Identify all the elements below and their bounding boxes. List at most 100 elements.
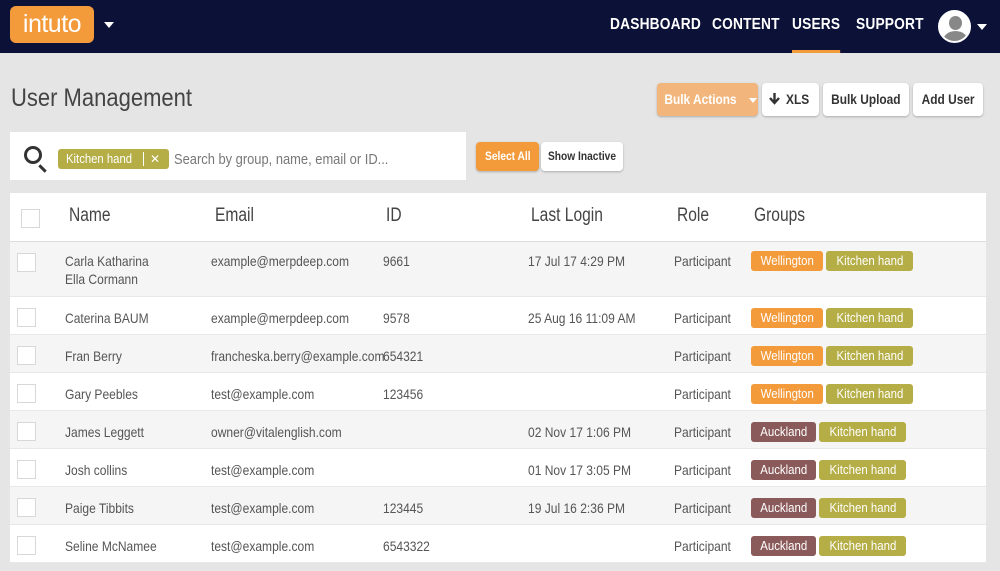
nav-item-support[interactable]: SUPPORT: [856, 0, 924, 53]
row-checkbox[interactable]: [17, 384, 36, 403]
show-inactive-label: Show Inactive: [547, 149, 617, 163]
group-tag-label: Auckland: [759, 424, 808, 439]
row-checkbox[interactable]: [17, 498, 36, 517]
user-name[interactable]: Paige Tibbits: [65, 499, 134, 517]
logo-chevron-down-icon[interactable]: [104, 22, 114, 28]
bulk-actions-caret-icon: [748, 97, 757, 103]
group-tag-kitchen-hand: Kitchen hand: [826, 308, 913, 328]
column-header-name[interactable]: Name: [69, 205, 111, 227]
user-name[interactable]: Seline McNamee: [65, 537, 157, 555]
intuto-logo[interactable]: intuto: [10, 6, 94, 43]
row-checkbox[interactable]: [17, 422, 36, 441]
group-tag-kitchen-hand: Kitchen hand: [819, 498, 906, 518]
avatar-head: [949, 16, 962, 30]
bulk-actions-label: Bulk Actions: [664, 91, 737, 107]
row-checkbox[interactable]: [17, 308, 36, 327]
row-checkbox[interactable]: [17, 253, 36, 272]
table-row[interactable]: Fran Berry francheska.berry@example.com …: [10, 335, 986, 373]
user-id: 9578: [383, 310, 410, 326]
table-row[interactable]: Gary Peebles test@example.com 123456 Par…: [10, 373, 986, 411]
user-email: francheska.berry@example.com: [211, 348, 385, 364]
row-checkbox[interactable]: [17, 346, 36, 365]
user-email: test@example.com: [211, 500, 315, 516]
group-tag-auckland: Auckland: [751, 422, 816, 442]
group-tag-auckland: Auckland: [751, 460, 816, 480]
group-tag-auckland: Auckland: [751, 498, 816, 518]
top-nav: intuto DASHBOARD CONTENT USERS SUPPORT: [0, 0, 1000, 53]
group-tag-kitchen-hand: Kitchen hand: [819, 536, 906, 556]
table-row[interactable]: James Leggett owner@vitalenglish.com 02 …: [10, 411, 986, 449]
row-checkbox[interactable]: [17, 460, 36, 479]
table-row[interactable]: Caterina BAUM example@merpdeep.com 9578 …: [10, 297, 986, 335]
table-row[interactable]: Paige Tibbits test@example.com 123445 19…: [10, 487, 986, 525]
filter-chip-kitchen-hand: Kitchen hand ✕: [58, 149, 169, 169]
user-email: example@merpdeep.com: [211, 310, 350, 326]
select-all-button[interactable]: Select All: [476, 142, 539, 171]
add-user-button[interactable]: Add User: [913, 83, 983, 116]
users-table: Name Email ID Last Login Role Groups Car…: [10, 193, 986, 563]
user-last-login: 19 Jul 16 2:36 PM: [528, 500, 626, 516]
remove-filter-close-icon[interactable]: ✕: [150, 149, 160, 169]
add-user-label: Add User: [921, 91, 975, 107]
table-row[interactable]: Carla Katharina Ella Cormann example@mer…: [10, 242, 986, 297]
group-tag-kitchen-hand: Kitchen hand: [826, 346, 913, 366]
select-all-checkbox[interactable]: [21, 209, 40, 228]
user-id: 9661: [383, 253, 410, 269]
filter-chip-label: Kitchen hand: [66, 151, 133, 166]
user-email: example@merpdeep.com: [211, 253, 350, 269]
row-checkbox[interactable]: [17, 536, 36, 555]
user-name[interactable]: Josh collins: [65, 461, 127, 479]
export-xls-button[interactable]: XLS: [762, 83, 819, 116]
bulk-actions-button[interactable]: Bulk Actions: [657, 83, 758, 116]
user-id: 123445: [383, 500, 424, 516]
user-role: Participant: [674, 462, 731, 478]
table-row[interactable]: Josh collins test@example.com 01 Nov 17 …: [10, 449, 986, 487]
group-tag-label: Kitchen hand: [829, 500, 896, 515]
select-all-label: Select All: [484, 149, 531, 163]
column-header-id[interactable]: ID: [386, 205, 402, 227]
user-name[interactable]: Fran Berry: [65, 347, 122, 365]
group-tag-label: Wellington: [760, 348, 814, 363]
nav-item-users[interactable]: USERS: [792, 0, 841, 53]
avatar-chevron-down-icon[interactable]: [977, 24, 987, 30]
column-header-groups: Groups: [754, 205, 806, 226]
user-name[interactable]: Carla Katharina Ella Cormann: [65, 252, 149, 288]
avatar-body: [943, 31, 968, 41]
column-header-email[interactable]: Email: [215, 205, 254, 227]
group-tag-kitchen-hand: Kitchen hand: [826, 251, 913, 271]
user-name[interactable]: James Leggett: [65, 423, 144, 441]
search-input[interactable]: [174, 146, 415, 172]
group-tag-wellington: Wellington: [751, 251, 823, 271]
group-tag-label: Kitchen hand: [836, 253, 903, 268]
table-header: Name Email ID Last Login Role Groups: [10, 193, 986, 242]
user-name[interactable]: Gary Peebles: [65, 385, 138, 403]
group-tag-label: Auckland: [759, 538, 808, 553]
user-name[interactable]: Caterina BAUM: [65, 309, 149, 327]
group-tag-auckland: Auckland: [751, 536, 816, 556]
group-tag-label: Wellington: [760, 253, 814, 268]
group-tag-wellington: Wellington: [751, 384, 823, 404]
user-avatar-icon[interactable]: [938, 10, 971, 43]
search-panel: Kitchen hand ✕: [10, 132, 466, 180]
group-tag-kitchen-hand: Kitchen hand: [819, 422, 906, 442]
bulk-upload-button[interactable]: Bulk Upload: [823, 83, 909, 116]
search-icon[interactable]: [24, 146, 42, 164]
user-last-login: 01 Nov 17 3:05 PM: [528, 462, 632, 478]
chip-divider: [143, 152, 144, 166]
nav-item-dashboard[interactable]: DASHBOARD: [610, 0, 701, 53]
group-tag-label: Kitchen hand: [829, 538, 896, 553]
user-role: Participant: [674, 500, 731, 516]
user-email: test@example.com: [211, 462, 315, 478]
user-name-line1: Carla Katharina: [65, 253, 149, 269]
table-row[interactable]: Seline McNamee test@example.com 6543322 …: [10, 525, 986, 563]
group-tag-kitchen-hand: Kitchen hand: [826, 384, 913, 404]
column-header-role[interactable]: Role: [677, 205, 709, 227]
column-header-last-login[interactable]: Last Login: [531, 205, 603, 227]
group-tag-label: Kitchen hand: [829, 462, 896, 477]
user-role: Participant: [674, 538, 731, 554]
user-id: 654321: [383, 348, 424, 364]
show-inactive-button[interactable]: Show Inactive: [541, 142, 623, 171]
nav-item-content[interactable]: CONTENT: [712, 0, 780, 53]
user-last-login: 17 Jul 17 4:29 PM: [528, 253, 626, 269]
group-tag-wellington: Wellington: [751, 346, 823, 366]
